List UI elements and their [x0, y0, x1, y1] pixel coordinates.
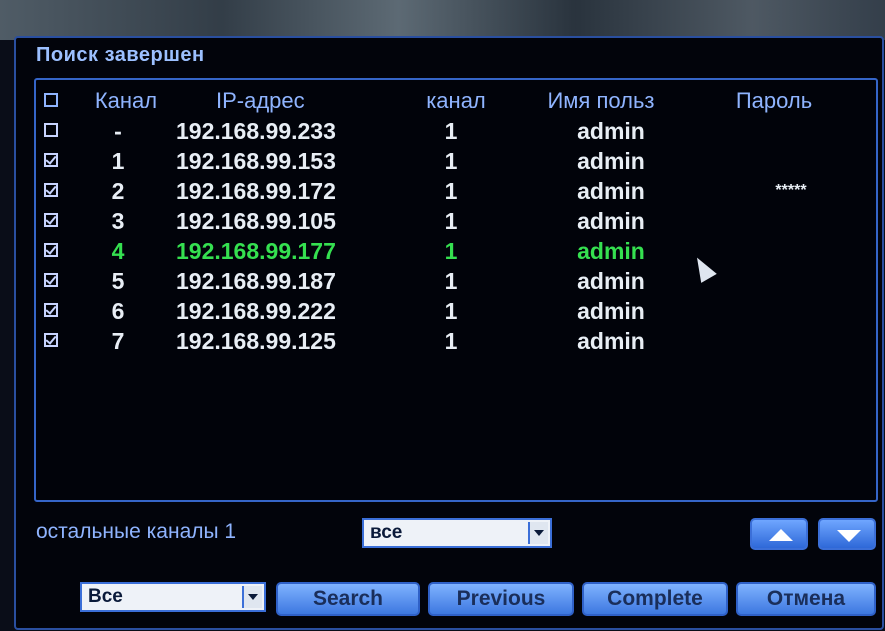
dialog-title: Поиск завершен [36, 44, 205, 66]
header-channel-num: канал [426, 88, 486, 113]
channels-select[interactable]: все [362, 518, 552, 548]
row-channel-num: 1 [444, 298, 458, 324]
filter-select[interactable]: Все [80, 582, 266, 612]
header-ip: IP-адрес [216, 88, 305, 113]
row-user: admin [577, 298, 645, 324]
down-arrow-icon [837, 530, 861, 542]
row-ip: 192.168.99.222 [176, 298, 336, 324]
channels-select-value: все [370, 522, 403, 543]
row-ip: 192.168.99.105 [176, 208, 336, 234]
cancel-button[interactable]: Отмена [736, 582, 876, 616]
complete-button[interactable]: Complete [582, 582, 728, 616]
row-ip: 192.168.99.187 [176, 268, 336, 294]
table-row[interactable]: 4 192.168.99.177 1 admin [36, 236, 876, 266]
row-ip: 192.168.99.153 [176, 148, 336, 174]
row-user: admin [577, 208, 645, 234]
row-user: admin [577, 238, 645, 264]
row-channel-num: 1 [444, 328, 458, 354]
table-row[interactable]: 5 192.168.99.187 1 admin [36, 266, 876, 296]
row-password: ***** [775, 182, 807, 199]
chevron-down-icon [528, 522, 548, 544]
row-checkbox[interactable] [44, 183, 58, 197]
table-row[interactable]: 3 192.168.99.105 1 admin [36, 206, 876, 236]
row-channel: 1 [111, 148, 125, 174]
select-all-checkbox[interactable] [44, 93, 58, 107]
row-user: admin [577, 328, 645, 354]
row-channel-num: 1 [444, 118, 458, 144]
up-arrow-icon [769, 529, 793, 541]
row-channel: 2 [111, 178, 125, 204]
row-channel-num: 1 [444, 178, 458, 204]
row-checkbox[interactable] [44, 333, 58, 347]
table-row[interactable]: - 192.168.99.233 1 admin [36, 116, 876, 146]
table-row[interactable]: 7 192.168.99.125 1 admin [36, 326, 876, 356]
remaining-channels-label: остальные каналы 1 [36, 520, 237, 543]
table-row[interactable]: 1 192.168.99.153 1 admin [36, 146, 876, 176]
row-user: admin [577, 118, 645, 144]
row-ip: 192.168.99.125 [176, 328, 336, 354]
row-ip: 192.168.99.233 [176, 118, 336, 144]
row-channel: 6 [111, 298, 125, 324]
device-list: Канал IP-адрес канал Имя польз Пароль -1… [34, 78, 878, 502]
background-video-strip [0, 0, 885, 40]
scroll-up-button[interactable] [750, 518, 808, 550]
row-user: admin [577, 268, 645, 294]
scroll-down-button[interactable] [818, 518, 876, 550]
row-user: admin [577, 148, 645, 174]
row-ip: 192.168.99.172 [176, 178, 336, 204]
row-checkbox[interactable] [44, 273, 58, 287]
row-channel-num: 1 [444, 208, 458, 234]
row-channel-num: 1 [444, 268, 458, 294]
row-channel: - [114, 118, 122, 144]
row-channel: 7 [111, 328, 125, 354]
row-channel: 3 [111, 208, 125, 234]
filter-select-value: Все [88, 586, 123, 607]
row-checkbox[interactable] [44, 153, 58, 167]
row-channel: 4 [111, 238, 125, 264]
row-checkbox[interactable] [44, 123, 58, 137]
chevron-down-icon [242, 586, 262, 608]
table-row[interactable]: 2 192.168.99.172 1 admin ***** [36, 176, 876, 206]
row-ip: 192.168.99.177 [176, 238, 336, 264]
row-channel-num: 1 [444, 238, 458, 264]
row-user: admin [577, 178, 645, 204]
row-checkbox[interactable] [44, 303, 58, 317]
header-channel: Канал [94, 88, 158, 113]
row-channel: 5 [111, 268, 125, 294]
search-button[interactable]: Search [276, 582, 420, 616]
header-user: Имя польз [547, 88, 655, 113]
row-checkbox[interactable] [44, 213, 58, 227]
row-checkbox[interactable] [44, 243, 58, 257]
row-channel-num: 1 [444, 148, 458, 174]
table-header: Канал IP-адрес канал Имя польз Пароль [36, 86, 876, 116]
previous-button[interactable]: Previous [428, 582, 574, 616]
table-row[interactable]: 6 192.168.99.222 1 admin [36, 296, 876, 326]
header-password: Пароль [735, 88, 813, 113]
